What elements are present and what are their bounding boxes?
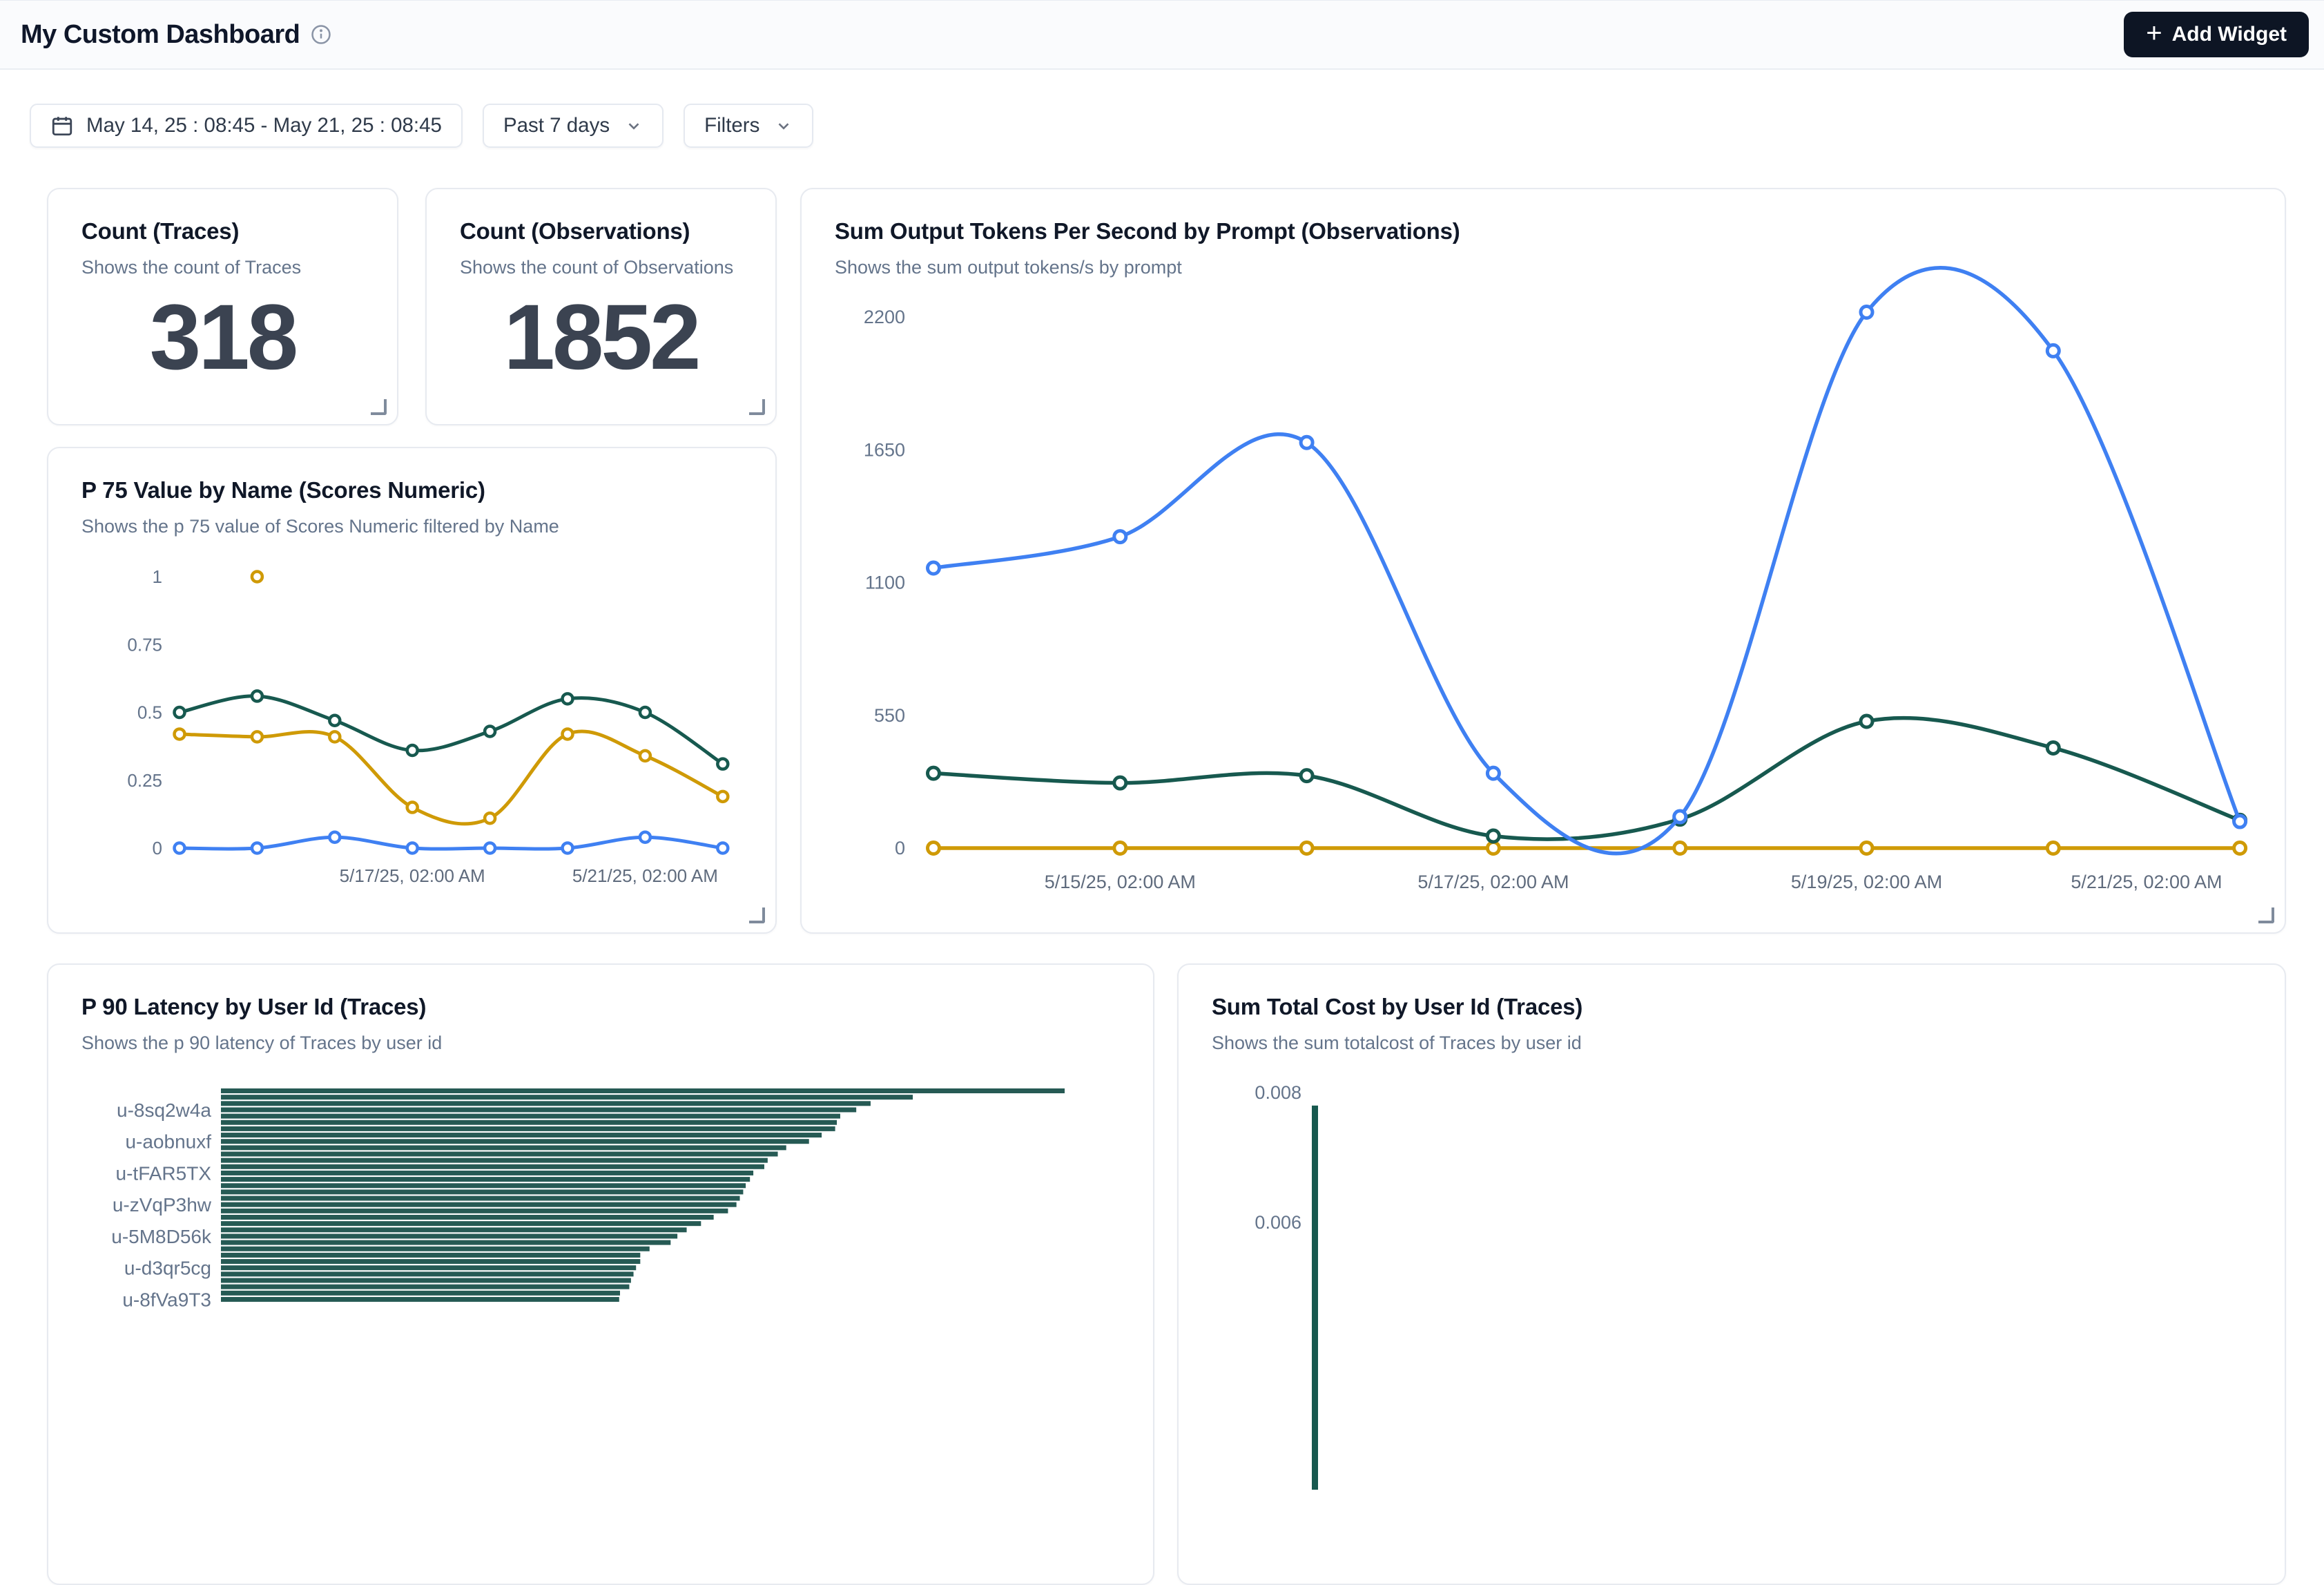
svg-text:0.5: 0.5 (137, 702, 162, 723)
add-widget-label: Add Widget (2172, 23, 2287, 46)
svg-text:1100: 1100 (865, 573, 905, 593)
widget-title: Count (Traces) (81, 218, 239, 244)
widget-count-traces: Count (Traces) Shows the count of Traces… (47, 188, 398, 425)
widget-title: P 90 Latency by User Id (Traces) (81, 994, 426, 1020)
widget-title: Count (Observations) (460, 218, 690, 244)
svg-text:0: 0 (895, 838, 905, 858)
top-bar: My Custom Dashboard + Add Widget (0, 0, 2324, 70)
svg-text:2200: 2200 (864, 307, 905, 327)
widget-count-observations: Count (Observations) Shows the count of … (425, 188, 777, 425)
widget-subtitle: Shows the sum totalcost of Traces by use… (1212, 1032, 1582, 1054)
svg-text:550: 550 (874, 705, 905, 726)
widget-subtitle: Shows the sum output tokens/s by prompt (835, 257, 1182, 278)
p90-bar-chart[interactable]: u-8sq2w4a u-aobnuxf u-tFAR5TX u-zVqP3hw u-5M… (48, 965, 1153, 1584)
calendar-icon (50, 114, 74, 137)
plus-icon: + (2146, 19, 2162, 47)
svg-text:0.25: 0.25 (127, 770, 162, 791)
count-value: 1852 (427, 291, 775, 384)
count-value: 318 (48, 291, 397, 384)
svg-text:1650: 1650 (864, 439, 905, 460)
svg-text:0.75: 0.75 (127, 634, 162, 655)
widget-p90-chart: u-8sq2w4a u-aobnuxf u-tFAR5TX u-zVqP3hw u-5M… (47, 963, 1154, 1585)
range-preset-dropdown[interactable]: Past 7 days (483, 104, 664, 148)
info-icon[interactable] (311, 24, 331, 45)
svg-text:u-5M8D56k: u-5M8D56k (111, 1226, 212, 1247)
svg-text:5/17/25, 02:00 AM: 5/17/25, 02:00 AM (340, 865, 485, 886)
widget-subtitle: Shows the p 75 value of Scores Numeric f… (81, 516, 559, 537)
widget-title: P 75 Value by Name (Scores Numeric) (81, 477, 485, 503)
svg-text:0: 0 (153, 838, 162, 858)
svg-text:5/21/25, 02:00 AM: 5/21/25, 02:00 AM (572, 865, 718, 886)
svg-text:5/17/25, 02:00 AM: 5/17/25, 02:00 AM (1417, 872, 1569, 892)
resize-handle[interactable] (371, 399, 387, 415)
resize-handle[interactable] (2258, 907, 2274, 923)
cost-bar-chart[interactable]: 0.008 0.006 (1179, 965, 2285, 1584)
svg-text:u-zVqP3hw: u-zVqP3hw (113, 1194, 212, 1216)
add-widget-button[interactable]: + Add Widget (2124, 12, 2309, 57)
widget-subtitle: Shows the count of Observations (460, 257, 733, 278)
widget-cost-chart: 0.008 0.006 Sum Total Cost by User Id (Tr… (1177, 963, 2286, 1585)
filters-label: Filters (704, 114, 759, 137)
svg-text:1: 1 (153, 566, 162, 587)
resize-handle[interactable] (749, 907, 765, 923)
range-preset-label: Past 7 days (503, 114, 610, 137)
svg-text:5/19/25, 02:00 AM: 5/19/25, 02:00 AM (1791, 872, 1942, 892)
svg-text:5/21/25, 02:00 AM: 5/21/25, 02:00 AM (2071, 872, 2222, 892)
filters-dropdown[interactable]: Filters (684, 104, 813, 148)
svg-text:0.008: 0.008 (1255, 1082, 1301, 1103)
filter-toolbar: May 14, 25 : 08:45 - May 21, 25 : 08:45 … (30, 104, 813, 148)
page-title: My Custom Dashboard (21, 20, 300, 50)
widget-tokens-chart: 0 550 1100 1650 2200 5/15/25, 02:00 AM 5/17/25… (800, 188, 2286, 934)
chevron-down-icon (775, 117, 793, 135)
svg-text:u-aobnuxf: u-aobnuxf (125, 1131, 211, 1153)
svg-text:u-8fVa9T3: u-8fVa9T3 (122, 1289, 211, 1310)
svg-text:u-d3qr5cg: u-d3qr5cg (124, 1258, 211, 1279)
svg-text:u-tFAR5TX: u-tFAR5TX (116, 1162, 212, 1184)
widget-title: Sum Total Cost by User Id (Traces) (1212, 994, 1582, 1020)
widget-p75-chart: 0 0.25 0.5 0.75 1 5/17/25, 02:00 AM 5/21/25, 0… (47, 447, 777, 934)
svg-text:u-8sq2w4a: u-8sq2w4a (117, 1099, 211, 1121)
svg-text:5/15/25, 02:00 AM: 5/15/25, 02:00 AM (1045, 872, 1196, 892)
resize-handle[interactable] (749, 399, 765, 415)
date-range-picker[interactable]: May 14, 25 : 08:45 - May 21, 25 : 08:45 (30, 104, 463, 148)
widget-title: Sum Output Tokens Per Second by Prompt (… (835, 218, 1460, 244)
chevron-down-icon (625, 117, 643, 135)
widget-subtitle: Shows the p 90 latency of Traces by user… (81, 1032, 442, 1054)
tokens-line-chart[interactable]: 0 550 1100 1650 2200 5/15/25, 02:00 AM 5/17/25… (802, 189, 2285, 932)
date-range-label: May 14, 25 : 08:45 - May 21, 25 : 08:45 (86, 114, 442, 137)
svg-text:0.006: 0.006 (1255, 1212, 1301, 1233)
widget-subtitle: Shows the count of Traces (81, 257, 301, 278)
